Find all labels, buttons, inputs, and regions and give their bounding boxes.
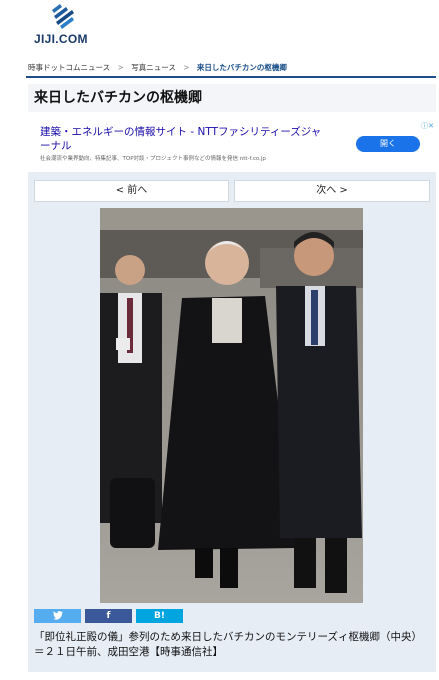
- prev-button[interactable]: < 前へ: [34, 180, 229, 202]
- photo-caption: 「即位礼正殿の儀」参列のため来日したバチカンのモンテリーズィ枢機卿（中央）＝２１…: [34, 631, 422, 658]
- hatena-bookmark-icon: B!: [154, 611, 165, 621]
- ad-banner[interactable]: 建築・エネルギーの情報サイト - NTTファシリティーズジャーナル 社会潮流や業…: [28, 119, 436, 168]
- next-button[interactable]: 次へ >: [234, 180, 430, 202]
- facebook-icon: f: [106, 611, 111, 621]
- ad-title[interactable]: 建築・エネルギーの情報サイト - NTTファシリティーズジャーナル: [40, 125, 330, 153]
- ad-open-button[interactable]: 開く: [356, 136, 420, 152]
- site-logo[interactable]: JIJI.COM: [30, 4, 100, 46]
- facebook-share-button[interactable]: f: [85, 609, 132, 623]
- header-divider: [26, 76, 436, 78]
- twitter-share-button[interactable]: [34, 609, 81, 623]
- ad-description: 社会潮流や業界動向、特集記事、TOP対談・プロジェクト事例などの情報を発信 nt…: [40, 156, 266, 162]
- photo-illustration: [100, 208, 363, 603]
- breadcrumb-item-jiji-news[interactable]: 時事ドットコムニュース: [28, 63, 110, 72]
- breadcrumb-separator: >: [117, 63, 124, 72]
- breadcrumb-separator: >: [183, 63, 190, 72]
- twitter-bird-icon: [52, 611, 63, 620]
- news-photo: [100, 208, 363, 603]
- hatena-bookmark-button[interactable]: B!: [136, 609, 183, 623]
- ad-choices-icon[interactable]: ⓘ✕: [421, 121, 434, 131]
- breadcrumb-current: 来日したバチカンの枢機卿: [196, 63, 287, 72]
- breadcrumb-item-photo-news[interactable]: 写真ニュース: [131, 63, 176, 72]
- breadcrumb: 時事ドットコムニュース > 写真ニュース > 来日したバチカンの枢機卿: [28, 62, 287, 73]
- logo-text: JIJI.COM: [34, 32, 88, 46]
- photo-panel: < 前へ 次へ > f B! 「即位礼正殿の儀」参列のため来日したバチカンのモン…: [28, 172, 436, 672]
- jiji-logo-icon: [52, 4, 74, 29]
- page-title: 来日したバチカンの枢機卿: [28, 84, 436, 112]
